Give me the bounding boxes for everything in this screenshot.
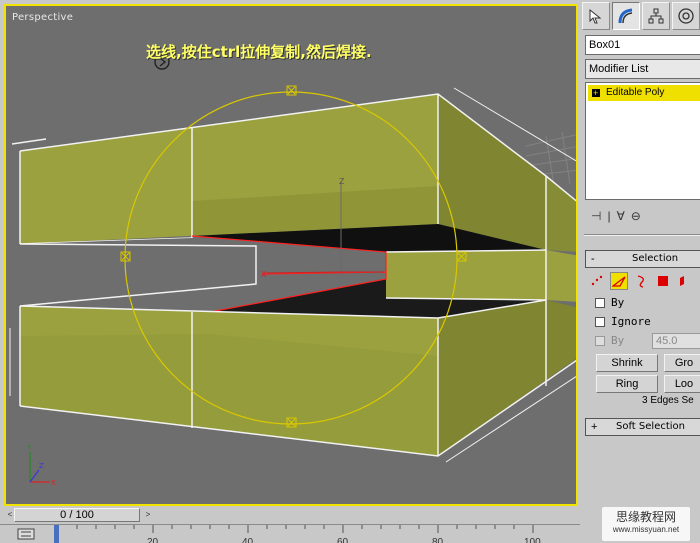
modify-icon [618,8,633,24]
checkbox-box[interactable] [595,335,605,346]
time-slider-bar: < 0 / 100 > [4,506,578,524]
subobject-selector [588,271,694,291]
make-unique-icon[interactable]: ∀ [617,209,625,223]
modifier-list-dropdown[interactable]: Modifier List [585,59,700,79]
hierarchy-icon [648,8,664,24]
motion-tab[interactable] [672,2,700,30]
svg-text:X: X [261,270,267,279]
command-panel: Box01 Modifier List Editable Poly ⊣ | ∀ … [580,0,700,515]
by-angle-checkbox[interactable]: By [595,334,624,347]
viewport-scene[interactable]: Z X Y X Z [6,6,578,506]
svg-text:Z: Z [39,462,44,470]
checkbox-label: By [611,296,625,309]
world-axis-tripod-icon: Y X Z [26,444,56,487]
tutorial-caption: 选线,按住ctrl拉伸复制,然后焊接. [146,43,372,61]
angle-spinner[interactable]: 45.0 [652,333,700,349]
rollout-title: Soft Selection [616,421,685,432]
loop-button[interactable]: Loo [664,375,700,393]
tick-label: 100 [524,537,541,543]
svg-text:Y: Y [26,444,32,452]
rollout-toggle: - [591,253,595,265]
key-filter-icon[interactable] [17,528,35,540]
motion-icon [678,8,694,24]
create-tab[interactable] [582,2,610,30]
tick-label: 40 [242,537,254,543]
border-icon[interactable] [632,272,650,290]
shrink-button[interactable]: Shrink [596,354,658,372]
checkbox-label: By [611,334,625,347]
selection-rollout-header[interactable]: - Selection [585,250,700,268]
next-frame-icon[interactable]: > [142,508,154,522]
checkbox-box[interactable] [595,316,605,327]
stack-item-editable-poly[interactable]: Editable Poly [588,85,700,101]
hierarchy-tab[interactable] [642,2,670,30]
object-name-field[interactable]: Box01 [585,35,700,55]
command-panel-tabs [580,2,700,32]
ignore-backfacing-checkbox[interactable]: Ignore [595,315,651,328]
rollout-title: Selection [632,253,679,264]
show-end-result-icon[interactable]: | [607,209,610,223]
svg-text:X: X [51,479,56,487]
modify-tab[interactable] [612,2,640,30]
ring-button[interactable]: Ring [596,375,658,393]
svg-text:Z: Z [339,177,345,186]
by-vertex-checkbox[interactable]: By [595,296,624,309]
track-ruler [17,525,534,543]
site-watermark: 思缘教程网 www.missyuan.net [602,507,690,541]
tick-label: 80 [432,537,444,543]
create-arrow-icon [589,8,602,24]
polygon-icon[interactable] [654,272,672,290]
edge-icon[interactable] [610,272,628,290]
time-slider[interactable]: 0 / 100 [14,508,140,522]
divider [584,234,700,236]
selection-status: 3 Edges Se [642,395,694,406]
vertex-icon[interactable] [588,272,606,290]
rollout-toggle: + [591,421,598,433]
viewport-label[interactable]: Perspective [12,12,73,23]
stack-item-label: Editable Poly [606,87,665,98]
watermark-title: 思缘教程网 [615,510,676,524]
soft-selection-rollout-header[interactable]: + Soft Selection [585,418,700,436]
top-slab[interactable] [11,87,578,252]
tick-label: 60 [337,537,349,543]
tick-label: 20 [147,537,159,543]
bottom-slab[interactable] [9,299,578,463]
top-slab-end-face [546,176,576,252]
pin-stack-icon[interactable]: ⊣ [591,209,601,223]
expand-plus-icon[interactable] [592,89,600,97]
track-bar[interactable]: 20 40 60 80 100 [0,524,580,543]
perspective-viewport[interactable]: Z X Y X Z Perspective 选线,按住ctrl拉伸复制,然后焊接… [4,4,578,506]
stack-toolbar: ⊣ | ∀ ⊖ [585,206,700,226]
watermark-url: www.missyuan.net [612,525,680,534]
checkbox-label: Ignore [611,315,651,328]
modifier-stack[interactable]: Editable Poly [585,82,700,200]
element-icon[interactable] [676,272,694,290]
current-frame-marker[interactable] [54,525,59,543]
grow-button[interactable]: Gro [664,354,700,372]
remove-modifier-icon[interactable]: ⊖ [631,209,641,223]
checkbox-box[interactable] [595,297,605,308]
